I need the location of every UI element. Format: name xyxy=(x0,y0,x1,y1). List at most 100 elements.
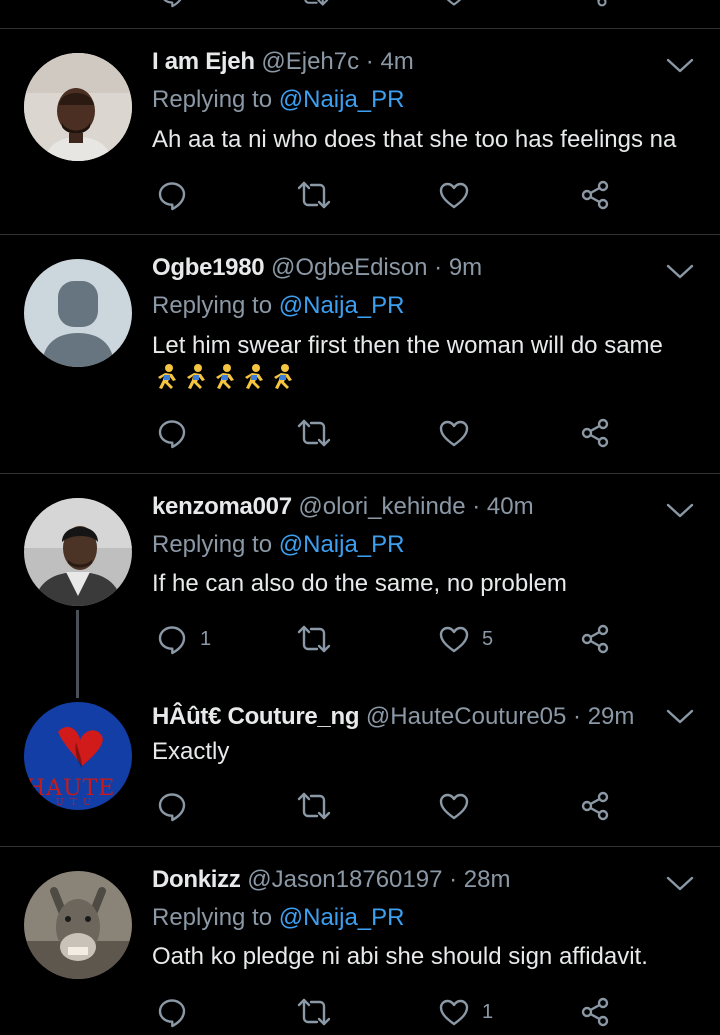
heart-icon xyxy=(438,417,470,449)
like-button[interactable] xyxy=(438,790,470,822)
running-person-icon xyxy=(158,364,292,389)
retweet-icon xyxy=(296,996,332,1028)
tweet-text: Exactly xyxy=(152,738,230,765)
retweet-icon xyxy=(296,179,332,211)
user-handle[interactable]: @HauteCouture05 xyxy=(366,703,566,730)
timestamp[interactable]: 28m xyxy=(464,866,511,893)
like-button[interactable]: 5 xyxy=(438,623,493,655)
timestamp[interactable]: 40m xyxy=(487,493,534,520)
reply-icon xyxy=(156,790,188,822)
tweet-header: Ogbe1980 @OgbeEdison · 9m xyxy=(152,253,482,283)
reply-count: 1 xyxy=(200,627,212,650)
mention-link[interactable]: @Naija_PR xyxy=(279,292,405,319)
retweet-button[interactable] xyxy=(296,996,332,1028)
replying-to: Replying to @Naija_PR xyxy=(152,903,405,933)
avatar-photo xyxy=(24,498,132,606)
like-count: 1 xyxy=(482,1000,494,1023)
separator-dot: · xyxy=(365,48,374,75)
retweet-button[interactable] xyxy=(296,623,332,655)
retweet-icon xyxy=(296,790,332,822)
heart-icon xyxy=(438,623,470,655)
reply-icon[interactable] xyxy=(156,0,188,8)
tweet[interactable]: HAUTE U T U HÂût€ Couture_ng @HauteCoutu… xyxy=(0,674,720,846)
heart-icon xyxy=(438,790,470,822)
display-name[interactable]: Ogbe1980 xyxy=(152,254,265,281)
tweet[interactable]: kenzoma007 @olori_kehinde · 40m Replying… xyxy=(0,474,720,698)
tweet-text: If he can also do the same, no problem xyxy=(152,570,567,597)
like-button[interactable]: 1 xyxy=(438,996,493,1028)
avatar[interactable] xyxy=(24,871,132,979)
retweet-button[interactable] xyxy=(296,179,332,211)
reply-button[interactable] xyxy=(156,417,188,449)
share-button[interactable] xyxy=(579,790,611,822)
replying-to-label: Replying to xyxy=(152,904,279,931)
display-name[interactable]: HÂût€ Couture_ng xyxy=(152,703,360,730)
reply-feed: I am Ejeh @Ejeh7c · 4m Replying to @Naij… xyxy=(0,0,720,1035)
chevron-down-icon[interactable] xyxy=(664,500,696,522)
avatar-photo xyxy=(24,53,132,161)
default-avatar-icon xyxy=(24,259,132,367)
retweet-icon[interactable] xyxy=(296,0,332,8)
share-icon xyxy=(579,417,611,449)
avatar[interactable]: HAUTE U T U xyxy=(24,702,132,810)
like-button[interactable] xyxy=(438,179,470,211)
reply-icon xyxy=(156,417,188,449)
retweet-icon xyxy=(296,623,332,655)
reply-button[interactable] xyxy=(156,996,188,1028)
share-button[interactable] xyxy=(579,179,611,211)
reply-icon xyxy=(156,996,188,1028)
avatar[interactable] xyxy=(24,259,132,367)
mention-link[interactable]: @Naija_PR xyxy=(279,904,405,931)
like-count: 5 xyxy=(482,627,494,650)
retweet-button[interactable] xyxy=(296,790,332,822)
share-icon xyxy=(579,790,611,822)
replying-to: Replying to @Naija_PR xyxy=(152,291,405,321)
mention-link[interactable]: @Naija_PR xyxy=(279,86,405,113)
timestamp[interactable]: 4m xyxy=(380,48,413,75)
heart-icon[interactable] xyxy=(438,0,470,8)
user-handle[interactable]: @olori_kehinde xyxy=(298,493,465,520)
share-button[interactable] xyxy=(579,996,611,1028)
heart-icon xyxy=(438,179,470,211)
display-name[interactable]: Donkizz xyxy=(152,866,241,893)
tweet[interactable]: I am Ejeh @Ejeh7c · 4m Replying to @Naij… xyxy=(0,29,720,234)
chevron-down-icon[interactable] xyxy=(664,261,696,283)
share-button[interactable] xyxy=(579,623,611,655)
separator-dot: · xyxy=(434,254,443,281)
avatar-brand-subtext: U T U xyxy=(56,798,93,808)
heart-icon xyxy=(438,996,470,1028)
reply-icon xyxy=(156,179,188,211)
share-button[interactable] xyxy=(579,417,611,449)
tweet-header: kenzoma007 @olori_kehinde · 40m xyxy=(152,492,534,522)
tweet-text: Ah aa ta ni who does that she too has fe… xyxy=(152,126,677,153)
chevron-down-icon[interactable] xyxy=(664,873,696,895)
retweet-icon xyxy=(296,417,332,449)
share-icon[interactable] xyxy=(579,0,611,8)
separator-dot: · xyxy=(573,703,582,730)
replying-to: Replying to @Naija_PR xyxy=(152,530,405,560)
display-name[interactable]: I am Ejeh xyxy=(152,48,255,75)
timestamp[interactable]: 9m xyxy=(449,254,482,281)
reply-button[interactable] xyxy=(156,790,188,822)
timestamp[interactable]: 29m xyxy=(588,703,635,730)
replying-to: Replying to @Naija_PR xyxy=(152,85,405,115)
display-name[interactable]: kenzoma007 xyxy=(152,493,292,520)
user-handle[interactable]: @OgbeEdison xyxy=(271,254,427,281)
avatar[interactable] xyxy=(24,498,132,606)
tweet-text: Oath ko pledge ni abi she should sign af… xyxy=(152,943,648,970)
mention-link[interactable]: @Naija_PR xyxy=(279,531,405,558)
user-handle[interactable]: @Jason18760197 xyxy=(247,866,442,893)
tweet-text: Let him swear first then the woman will … xyxy=(152,332,663,359)
avatar[interactable] xyxy=(24,53,132,161)
previous-tweet-actions xyxy=(0,0,720,8)
user-handle[interactable]: @Ejeh7c xyxy=(261,48,359,75)
tweet[interactable]: Ogbe1980 @OgbeEdison · 9m Replying to @N… xyxy=(0,235,720,473)
chevron-down-icon[interactable] xyxy=(664,55,696,77)
reply-button[interactable]: 1 xyxy=(156,623,211,655)
chevron-down-icon[interactable] xyxy=(664,706,696,728)
like-button[interactable] xyxy=(438,417,470,449)
reply-button[interactable] xyxy=(156,179,188,211)
tweet[interactable]: Donkizz @Jason18760197 · 28m Replying to… xyxy=(0,847,720,1035)
retweet-button[interactable] xyxy=(296,417,332,449)
share-icon xyxy=(579,996,611,1028)
